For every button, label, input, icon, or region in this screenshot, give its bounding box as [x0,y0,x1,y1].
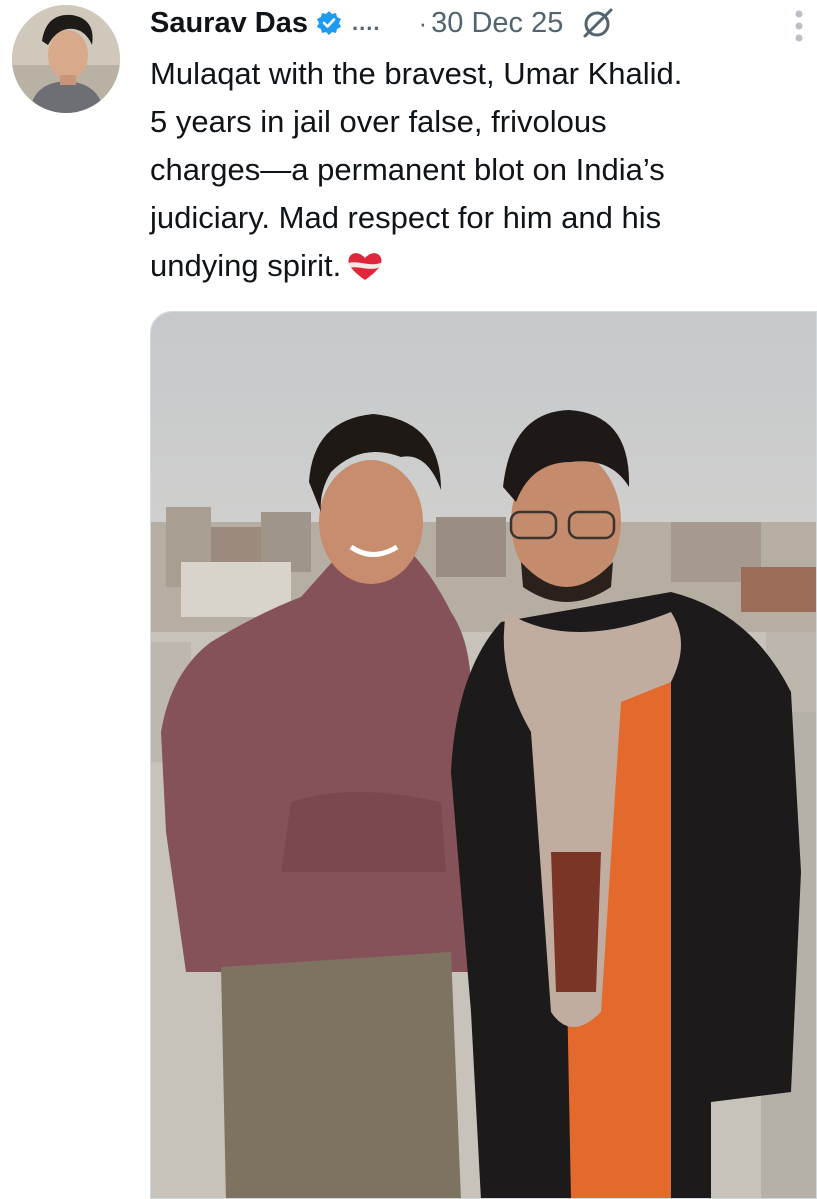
meta-separator: · [418,7,428,38]
tweet-photo[interactable] [150,311,817,1199]
author-avatar[interactable] [12,5,120,113]
tweet-card[interactable]: Saurav Das .... · 30 Dec 25 Mulaqat with… [0,0,817,1199]
tweet-text: Mulaqat with the bravest, Umar Khalid. 5… [150,50,810,290]
tweet-timestamp[interactable]: 30 Dec 25 [431,7,563,40]
heart-ribbon-emoji-icon [345,248,385,280]
verified-badge-icon [316,10,342,36]
tweet-body: Mulaqat with the bravest, Umar Khalid. 5… [150,56,683,283]
author-name[interactable]: Saurav Das [150,7,308,40]
more-vertical-icon[interactable] [791,6,807,46]
grok-icon[interactable] [579,5,615,41]
tweet-header: Saurav Das .... · 30 Dec 25 [150,0,817,46]
author-handle-truncated: .... [352,10,381,35]
